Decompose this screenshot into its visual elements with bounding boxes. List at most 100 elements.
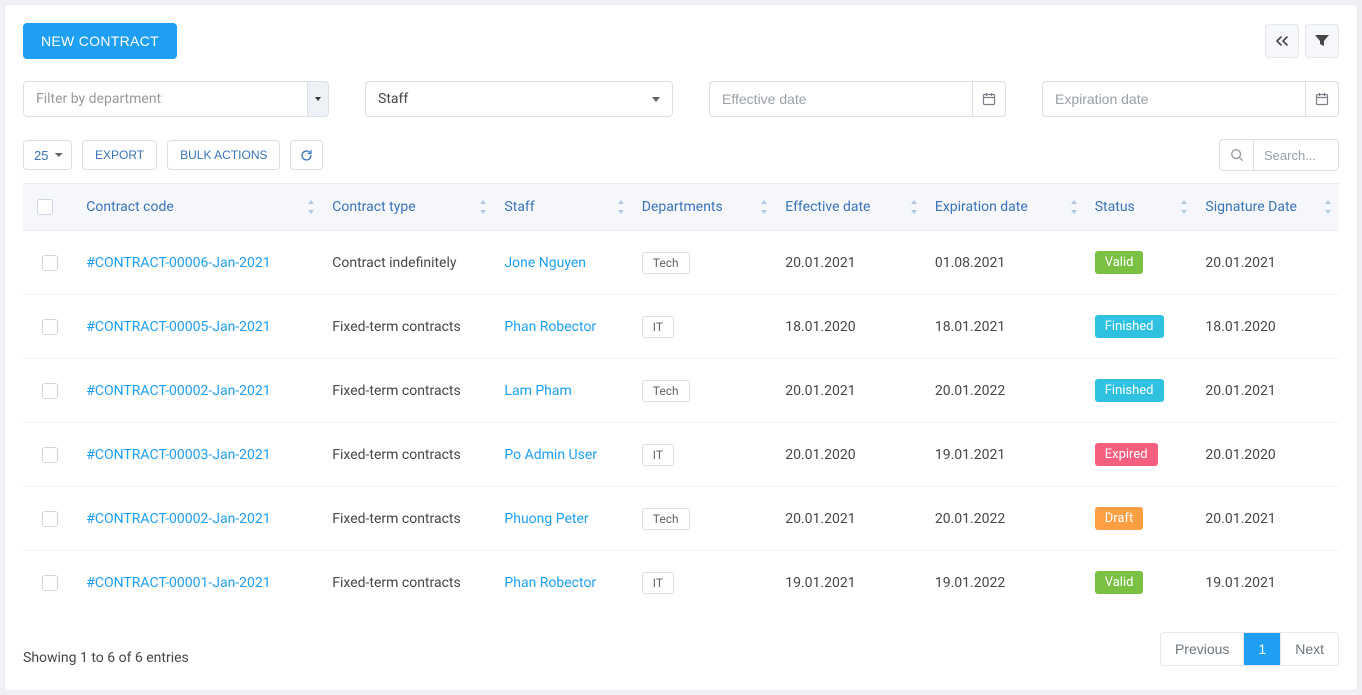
search-input[interactable]: [1253, 139, 1339, 171]
row-select-checkbox[interactable]: [42, 575, 58, 591]
staff-link[interactable]: Phan Robector: [504, 319, 596, 335]
pagination-page-1-button[interactable]: 1: [1244, 633, 1281, 665]
status-badge: Valid: [1095, 251, 1144, 274]
department-filter-caret[interactable]: [307, 81, 329, 117]
header-status[interactable]: Status: [1085, 184, 1196, 231]
cell-contract-code: #CONTRACT-00006-Jan-2021: [76, 231, 322, 295]
select-all-checkbox[interactable]: [37, 199, 53, 215]
contract-code-link[interactable]: #CONTRACT-00005-Jan-2021: [86, 319, 270, 335]
table-toolbar: 25 EXPORT BULK ACTIONS: [23, 139, 1339, 171]
table-row: #CONTRACT-00005-Jan-2021Fixed-term contr…: [23, 295, 1339, 359]
table-row: #CONTRACT-00006-Jan-2021Contract indefin…: [23, 231, 1339, 295]
header-signature-label: Signature Date: [1205, 199, 1297, 215]
pagination-prev-button[interactable]: Previous: [1161, 633, 1244, 665]
department-chip: IT: [642, 316, 674, 338]
header-code[interactable]: Contract code: [76, 184, 322, 231]
header-dept[interactable]: Departments: [632, 184, 775, 231]
expiration-date-input[interactable]: [1042, 81, 1305, 117]
page-size-select[interactable]: 25: [23, 140, 72, 170]
row-select-checkbox[interactable]: [42, 447, 58, 463]
sort-icon: [478, 199, 488, 215]
search-button[interactable]: [1219, 139, 1253, 171]
cell-contract-type: Fixed-term contracts: [322, 359, 494, 423]
expiration-date-picker-button[interactable]: [1305, 81, 1339, 117]
row-select-checkbox[interactable]: [42, 383, 58, 399]
pagination-next-button[interactable]: Next: [1281, 633, 1338, 665]
header-type-label: Contract type: [332, 199, 415, 215]
contract-code-link[interactable]: #CONTRACT-00002-Jan-2021: [86, 511, 270, 527]
cell-contract-code: #CONTRACT-00002-Jan-2021: [76, 487, 322, 551]
status-badge: Expired: [1095, 443, 1158, 466]
entries-info: Showing 1 to 6 of 6 entries: [23, 650, 189, 666]
contract-code-link[interactable]: #CONTRACT-00006-Jan-2021: [86, 255, 270, 271]
cell-contract-code: #CONTRACT-00003-Jan-2021: [76, 423, 322, 487]
row-select-cell: [23, 359, 76, 423]
row-select-cell: [23, 551, 76, 615]
table-row: #CONTRACT-00002-Jan-2021 Fixed-term contr…: [23, 359, 1339, 423]
cell-status: Draft: [1085, 487, 1196, 551]
cell-expiration-date: 20.01.2022: [925, 359, 1085, 423]
filter-toggle-button[interactable]: [1305, 24, 1339, 58]
search-icon: [1230, 148, 1244, 162]
staff-link[interactable]: Phan Robector: [504, 575, 596, 591]
cell-effective-date: 20.01.2021: [775, 359, 925, 423]
department-chip: Tech: [642, 252, 690, 274]
cell-expiration-date: 19.01.2022: [925, 551, 1085, 615]
effective-date-input[interactable]: [709, 81, 972, 117]
cell-status: Finished: [1085, 295, 1196, 359]
cell-expiration-date: 18.01.2021: [925, 295, 1085, 359]
cell-signature-date: 20.01.2021: [1195, 231, 1339, 295]
refresh-button[interactable]: [290, 140, 323, 170]
topbar: NEW CONTRACT: [23, 23, 1339, 59]
table-row: #CONTRACT-00002-Jan-2021Fixed-term contr…: [23, 487, 1339, 551]
contract-code-link[interactable]: #CONTRACT-00003-Jan-2021: [86, 447, 270, 463]
cell-effective-date: 20.01.2020: [775, 423, 925, 487]
header-signature[interactable]: Signature Date: [1195, 184, 1339, 231]
contract-code-link[interactable]: #CONTRACT-00001-Jan-2021: [86, 575, 270, 591]
staff-link[interactable]: Phuong Peter: [504, 511, 588, 527]
row-select-checkbox[interactable]: [42, 511, 58, 527]
cell-signature-date: 20.01.2020: [1195, 423, 1339, 487]
filter-icon: [1315, 35, 1329, 47]
sort-icon: [759, 199, 769, 215]
header-expiration[interactable]: Expiration date: [925, 184, 1085, 231]
cell-contract-code: #CONTRACT-00005-Jan-2021: [76, 295, 322, 359]
export-button[interactable]: EXPORT: [82, 140, 157, 170]
contract-code-link[interactable]: #CONTRACT-00002-Jan-2021: [86, 383, 270, 399]
cell-department: Tech: [632, 487, 775, 551]
header-staff-label: Staff: [504, 199, 534, 215]
filters-row: Filter by department Staff: [23, 81, 1339, 117]
staff-link[interactable]: Lam Pham: [504, 383, 571, 399]
staff-link[interactable]: Po Admin User: [504, 447, 597, 463]
department-chip: IT: [642, 572, 674, 594]
refresh-icon: [300, 149, 313, 162]
cell-signature-date: 19.01.2021: [1195, 551, 1339, 615]
staff-link[interactable]: Jone Nguyen: [504, 255, 586, 271]
row-select-checkbox[interactable]: [42, 319, 58, 335]
cell-staff: Phuong Peter: [494, 487, 631, 551]
staff-filter-label: Staff: [378, 91, 408, 107]
department-chip: IT: [642, 444, 674, 466]
cell-expiration-date: 19.01.2021: [925, 423, 1085, 487]
header-effective[interactable]: Effective date: [775, 184, 925, 231]
cell-status: Valid: [1085, 231, 1196, 295]
topbar-actions: [1265, 24, 1339, 58]
sort-icon: [1323, 199, 1333, 215]
calendar-icon: [1315, 92, 1329, 106]
staff-filter[interactable]: Staff: [365, 81, 673, 117]
department-filter[interactable]: Filter by department: [23, 81, 329, 117]
row-select-checkbox[interactable]: [42, 255, 58, 271]
effective-date-picker-button[interactable]: [972, 81, 1006, 117]
calendar-icon: [982, 92, 996, 106]
collapse-button[interactable]: [1265, 24, 1299, 58]
contracts-card: NEW CONTRACT Filter by department: [4, 4, 1358, 691]
cell-status: Expired: [1085, 423, 1196, 487]
header-type[interactable]: Contract type: [322, 184, 494, 231]
bulk-actions-button[interactable]: BULK ACTIONS: [167, 140, 280, 170]
cell-department: IT: [632, 551, 775, 615]
status-badge: Valid: [1095, 571, 1144, 594]
new-contract-button[interactable]: NEW CONTRACT: [23, 23, 177, 59]
cell-effective-date: 20.01.2021: [775, 487, 925, 551]
header-staff[interactable]: Staff: [494, 184, 631, 231]
table-row: #CONTRACT-00003-Jan-2021Fixed-term contr…: [23, 423, 1339, 487]
